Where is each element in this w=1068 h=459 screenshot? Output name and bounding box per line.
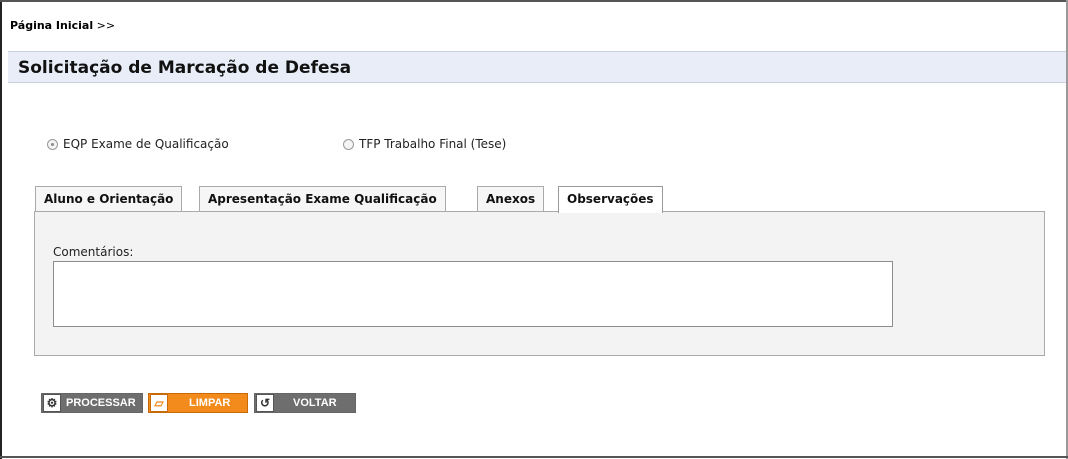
comments-label: Comentários: [53,245,134,259]
breadcrumb-home-link[interactable]: Página Inicial [10,19,93,32]
tab-observacoes[interactable]: Observações [558,186,663,213]
breadcrumb-separator: >> [93,19,116,32]
tab-anexos[interactable]: Anexos [477,186,545,212]
voltar-label: VOLTAR [293,397,337,409]
radio-tfp-button[interactable] [343,138,354,150]
radio-tfp[interactable]: TFP Trabalho Final (Tese) [343,137,506,151]
gears-icon: ⚙ [43,394,61,412]
back-arrow-icon: ↺ [256,394,274,412]
frame-border-bottom [0,456,1068,458]
radio-eqp[interactable]: EQP Exame de Qualificação [47,137,229,151]
page-title-bar: Solicitação de Marcação de Defesa [8,51,1066,83]
observacoes-panel: Comentários: [34,211,1045,356]
processar-button[interactable]: ⚙ PROCESSAR [41,393,143,413]
radio-tfp-label: TFP Trabalho Final (Tese) [359,137,507,151]
breadcrumb: Página Inicial >> [10,19,115,32]
page-title: Solicitação de Marcação de Defesa [18,58,352,78]
tab-apresentacao-exame[interactable]: Apresentação Exame Qualificação [199,186,446,212]
limpar-button[interactable]: ▱ LIMPAR [148,393,248,413]
processar-label: PROCESSAR [66,397,136,409]
voltar-button[interactable]: ↺ VOLTAR [254,393,356,413]
frame-border-top [0,0,1068,2]
limpar-label: LIMPAR [189,397,231,409]
eraser-icon: ▱ [150,394,168,412]
tab-aluno-orientacao[interactable]: Aluno e Orientação [35,186,183,212]
comments-textarea[interactable] [53,261,893,327]
radio-eqp-label: EQP Exame de Qualificação [63,137,229,151]
radio-eqp-button[interactable] [47,138,58,150]
frame-border-left [0,0,2,459]
